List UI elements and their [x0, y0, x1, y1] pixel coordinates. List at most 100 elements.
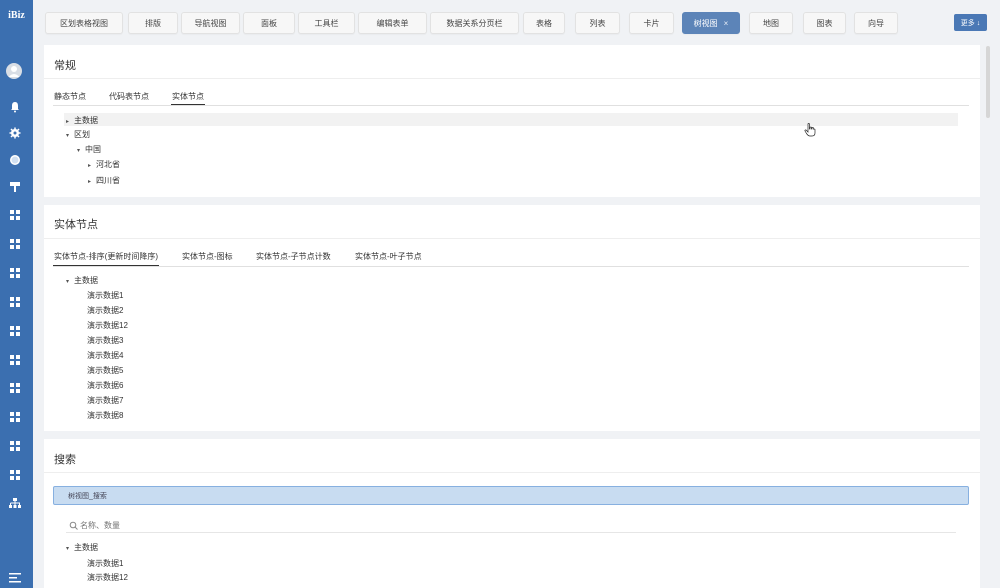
grid-icon[interactable]	[9, 209, 21, 221]
caret-right-icon[interactable]: ▸	[88, 178, 96, 185]
tree-node[interactable]: ▸ 四川省	[88, 175, 120, 186]
tab-list[interactable]: 列表	[575, 12, 620, 34]
tree-node[interactable]: ▾ 区划	[66, 129, 90, 140]
tree-node-label: 中国	[85, 145, 101, 154]
close-icon[interactable]: ×	[724, 19, 729, 28]
search-panel-header[interactable]: 树视图_搜索	[53, 486, 969, 505]
globe-icon[interactable]	[9, 154, 21, 166]
tab-wizard[interactable]: 向导	[854, 12, 898, 34]
tab-map[interactable]: 地图	[749, 12, 793, 34]
tab-label: 面板	[261, 18, 277, 28]
hover-row-highlight	[64, 113, 958, 126]
tree-node-label: 区划	[74, 130, 90, 139]
tab-label: 编辑表单	[376, 18, 409, 28]
grid-icon[interactable]	[9, 296, 21, 308]
caret-down-icon[interactable]: ▾	[66, 545, 74, 552]
tab-chart[interactable]: 图表	[803, 12, 846, 34]
search-input[interactable]	[66, 519, 956, 533]
tab-grid[interactable]: 表格	[523, 12, 565, 34]
tree-node-label: 主数据	[74, 116, 98, 125]
tree-node[interactable]: ▾ 中国	[77, 144, 101, 155]
grid-icon[interactable]	[9, 440, 21, 452]
tab-entity-sort[interactable]: 实体节点-排序(更新时间降序)	[54, 251, 158, 262]
divider	[44, 472, 980, 473]
tree-leaf[interactable]: 演示数据1	[87, 290, 123, 301]
tab-static-node[interactable]: 静态节点	[54, 91, 86, 102]
tab-entity-node[interactable]: 实体节点	[172, 91, 204, 102]
tree-leaf[interactable]: 演示数据8	[87, 410, 123, 421]
tree-leaf[interactable]: 演示数据5	[87, 365, 123, 376]
tab-entity-child-count[interactable]: 实体节点-子节点计数	[256, 251, 331, 262]
grid-icon[interactable]	[9, 238, 21, 250]
tab-label: 图表	[816, 18, 833, 28]
panel-title: 常规	[54, 60, 76, 72]
gear-icon[interactable]	[9, 127, 21, 139]
tab-district-grid-view[interactable]: 区划表格视图	[45, 12, 123, 34]
tab-label: 卡片	[643, 18, 660, 28]
caret-right-icon[interactable]: ▸	[88, 162, 96, 169]
tab-tree-view[interactable]: 树视图 ×	[682, 12, 740, 34]
caret-down-icon[interactable]: ▾	[66, 278, 74, 285]
panel-entity-node: 实体节点 实体节点-排序(更新时间降序) 实体节点-图标 实体节点-子节点计数 …	[44, 205, 980, 431]
scrollbar-thumb[interactable]	[986, 46, 990, 118]
more-button[interactable]: 更多 ↓	[954, 14, 987, 31]
grid-icon[interactable]	[9, 411, 21, 423]
tree-leaf[interactable]: 演示数据6	[87, 380, 123, 391]
tab-label: 树视图	[693, 18, 718, 28]
tab-entity-leaf-node[interactable]: 实体节点-叶子节点	[355, 251, 422, 262]
tree-leaf[interactable]: 演示数据1	[87, 558, 123, 569]
grid-icon[interactable]	[9, 325, 21, 337]
tab-label: 向导	[868, 18, 884, 28]
panel-title: 实体节点	[54, 219, 98, 231]
sitemap-icon[interactable]	[9, 497, 21, 509]
sidebar: iBiz	[0, 0, 33, 588]
panel-general: 常规 静态节点 代码表节点 实体节点 ▸ 主数据 ▾ 区划 ▾ 中国 ▸ 河北省 ▸ 四川…	[44, 45, 980, 197]
tree-leaf[interactable]: 演示数据2	[87, 305, 123, 316]
tab-toolbar[interactable]: 工具栏	[298, 12, 355, 34]
tab-layout[interactable]: 排版	[128, 12, 178, 34]
user-avatar-icon[interactable]	[6, 63, 22, 79]
tree-node[interactable]: ▸ 河北省	[88, 159, 120, 170]
tab-codelist-node[interactable]: 代码表节点	[109, 91, 149, 102]
tab-baseline	[53, 105, 969, 106]
tree-leaf[interactable]: 演示数据3	[87, 335, 123, 346]
tree-node-label: 四川省	[96, 176, 120, 185]
tree-node[interactable]: ▾ 主数据	[66, 275, 98, 286]
tree-leaf[interactable]: 演示数据12	[87, 572, 128, 583]
caret-right-icon[interactable]: ▸	[66, 118, 74, 125]
tree-leaf[interactable]: 演示数据7	[87, 395, 123, 406]
tab-label: 列表	[589, 18, 606, 28]
tree-node-label: 河北省	[96, 160, 120, 169]
tab-entity-icon[interactable]: 实体节点-图标	[182, 251, 233, 262]
grid-icon[interactable]	[9, 382, 21, 394]
tab-card[interactable]: 卡片	[629, 12, 674, 34]
tab-nav-view[interactable]: 导航视图	[181, 12, 240, 34]
hand-cursor-icon	[804, 123, 816, 137]
tab-bar: 区划表格视图 排版 导航视图 面板 工具栏 编辑表单 数据关系分页栏 表格 列表…	[33, 0, 1000, 44]
tab-label: 地图	[763, 18, 779, 28]
tab-baseline	[53, 266, 969, 267]
tab-label: 导航视图	[194, 18, 227, 28]
tab-label: 表格	[536, 18, 552, 28]
search-panel-label: 树视图_搜索	[68, 492, 107, 500]
menu-icon[interactable]	[9, 572, 21, 584]
tree-leaf[interactable]: 演示数据12	[87, 320, 128, 331]
caret-down-icon[interactable]: ▾	[77, 147, 85, 154]
tab-panel[interactable]: 面板	[243, 12, 295, 34]
tab-data-relation-pagebar[interactable]: 数据关系分页栏	[430, 12, 519, 34]
tab-label: 区划表格视图	[60, 18, 108, 28]
paint-roller-icon[interactable]	[9, 181, 21, 193]
tab-label: 排版	[145, 18, 161, 28]
tree-node[interactable]: ▾ 主数据	[66, 542, 98, 553]
caret-down-icon[interactable]: ▾	[66, 132, 74, 139]
tab-edit-form[interactable]: 编辑表单	[358, 12, 427, 34]
app-logo: iBiz	[8, 10, 25, 21]
grid-icon[interactable]	[9, 469, 21, 481]
grid-icon[interactable]	[9, 267, 21, 279]
tree-leaf[interactable]: 演示数据4	[87, 350, 123, 361]
tab-label: 数据关系分页栏	[446, 18, 503, 28]
divider	[44, 78, 980, 79]
tree-node[interactable]: ▸ 主数据	[66, 115, 98, 126]
grid-icon[interactable]	[9, 354, 21, 366]
bell-icon[interactable]	[9, 101, 21, 113]
